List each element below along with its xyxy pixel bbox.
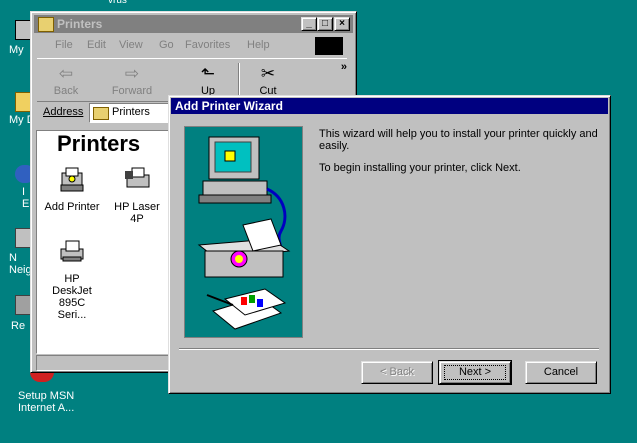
printer-computer-illustration-icon	[197, 136, 291, 330]
hp-laser-item[interactable]: HP Laser 4P	[103, 165, 171, 225]
menu-file[interactable]: File	[55, 39, 73, 51]
address-value: Printers	[112, 106, 150, 118]
add-printer-label: Add Printer	[44, 201, 100, 213]
back-wizard-button[interactable]: < Back	[361, 361, 433, 384]
setup-msn-label-1[interactable]: Setup MSN	[18, 390, 74, 402]
wizard-instruction-text: To begin installing your printer, click …	[319, 162, 521, 174]
printers-titlebar[interactable]: Printers _ □ ×	[34, 15, 353, 33]
forward-button[interactable]: ⇨ Forward	[109, 63, 155, 97]
msn-icon[interactable]	[30, 372, 54, 382]
minimize-button[interactable]: _	[301, 17, 317, 31]
forward-arrow-icon: ⇨	[124, 64, 140, 83]
back-arrow-icon: ⇦	[58, 64, 74, 83]
desktop-label-my-computer[interactable]: My	[9, 44, 24, 56]
status-bar	[36, 355, 178, 371]
printer-icon	[57, 237, 87, 267]
setup-msn-label-2[interactable]: Internet A...	[18, 402, 74, 414]
printers-folder-icon	[38, 17, 54, 32]
printers-folder-view[interactable]: Printers Add Printer HP Laser 4P HP Desk…	[36, 130, 178, 354]
menu-view[interactable]: View	[119, 39, 143, 51]
add-printer-icon	[57, 165, 87, 195]
desktop-top-hint: vrus	[108, 0, 127, 6]
menu-bar: File Edit View Go Favorites Help	[35, 36, 345, 56]
printer-icon	[122, 165, 152, 195]
add-printer-wizard-dialog[interactable]: Add Printer Wizard This wizard will help…	[168, 95, 611, 394]
hp-deskjet-item[interactable]: HP DeskJet 895C Seri...	[39, 237, 105, 321]
cut-button[interactable]: ✂ Cut	[245, 63, 291, 97]
toolbar-more-button[interactable]: »	[341, 61, 347, 73]
next-button[interactable]: Next >	[438, 360, 512, 385]
focus-rectangle	[444, 365, 506, 380]
wizard-intro-text: This wizard will help you to install you…	[319, 128, 598, 152]
desktop-label-ie[interactable]: I E	[22, 186, 30, 210]
close-button[interactable]: ×	[334, 17, 350, 31]
address-label: Address	[43, 106, 84, 118]
folder-heading: Printers	[57, 131, 141, 156]
cancel-button[interactable]: Cancel	[525, 361, 597, 384]
desktop-label-recycle[interactable]: Re	[11, 320, 25, 332]
menu-help[interactable]: Help	[247, 39, 270, 51]
printers-window-title: Printers	[57, 17, 103, 31]
wizard-illustration	[184, 126, 303, 338]
hp-deskjet-label: HP DeskJet 895C Seri...	[52, 273, 92, 321]
menu-edit[interactable]: Edit	[87, 39, 106, 51]
forward-label: Forward	[111, 85, 153, 97]
hp-laser-label: HP Laser 4P	[114, 201, 160, 225]
wizard-separator	[179, 348, 599, 350]
wizard-titlebar[interactable]: Add Printer Wizard	[171, 98, 608, 114]
address-folder-icon	[93, 107, 109, 120]
up-folder-icon: ⬑	[200, 64, 216, 83]
toolbar-separator	[238, 63, 240, 97]
menu-go[interactable]: Go	[159, 39, 174, 51]
back-button[interactable]: ⇦ Back	[43, 63, 89, 97]
scissors-icon: ✂	[260, 64, 276, 83]
menu-favorites[interactable]: Favorites	[185, 39, 230, 51]
back-label: Back	[53, 85, 79, 97]
maximize-button[interactable]: □	[317, 17, 333, 31]
up-button[interactable]: ⬑ Up	[185, 63, 231, 97]
add-printer-item[interactable]: Add Printer	[39, 165, 105, 213]
windows-logo-icon	[315, 37, 343, 55]
